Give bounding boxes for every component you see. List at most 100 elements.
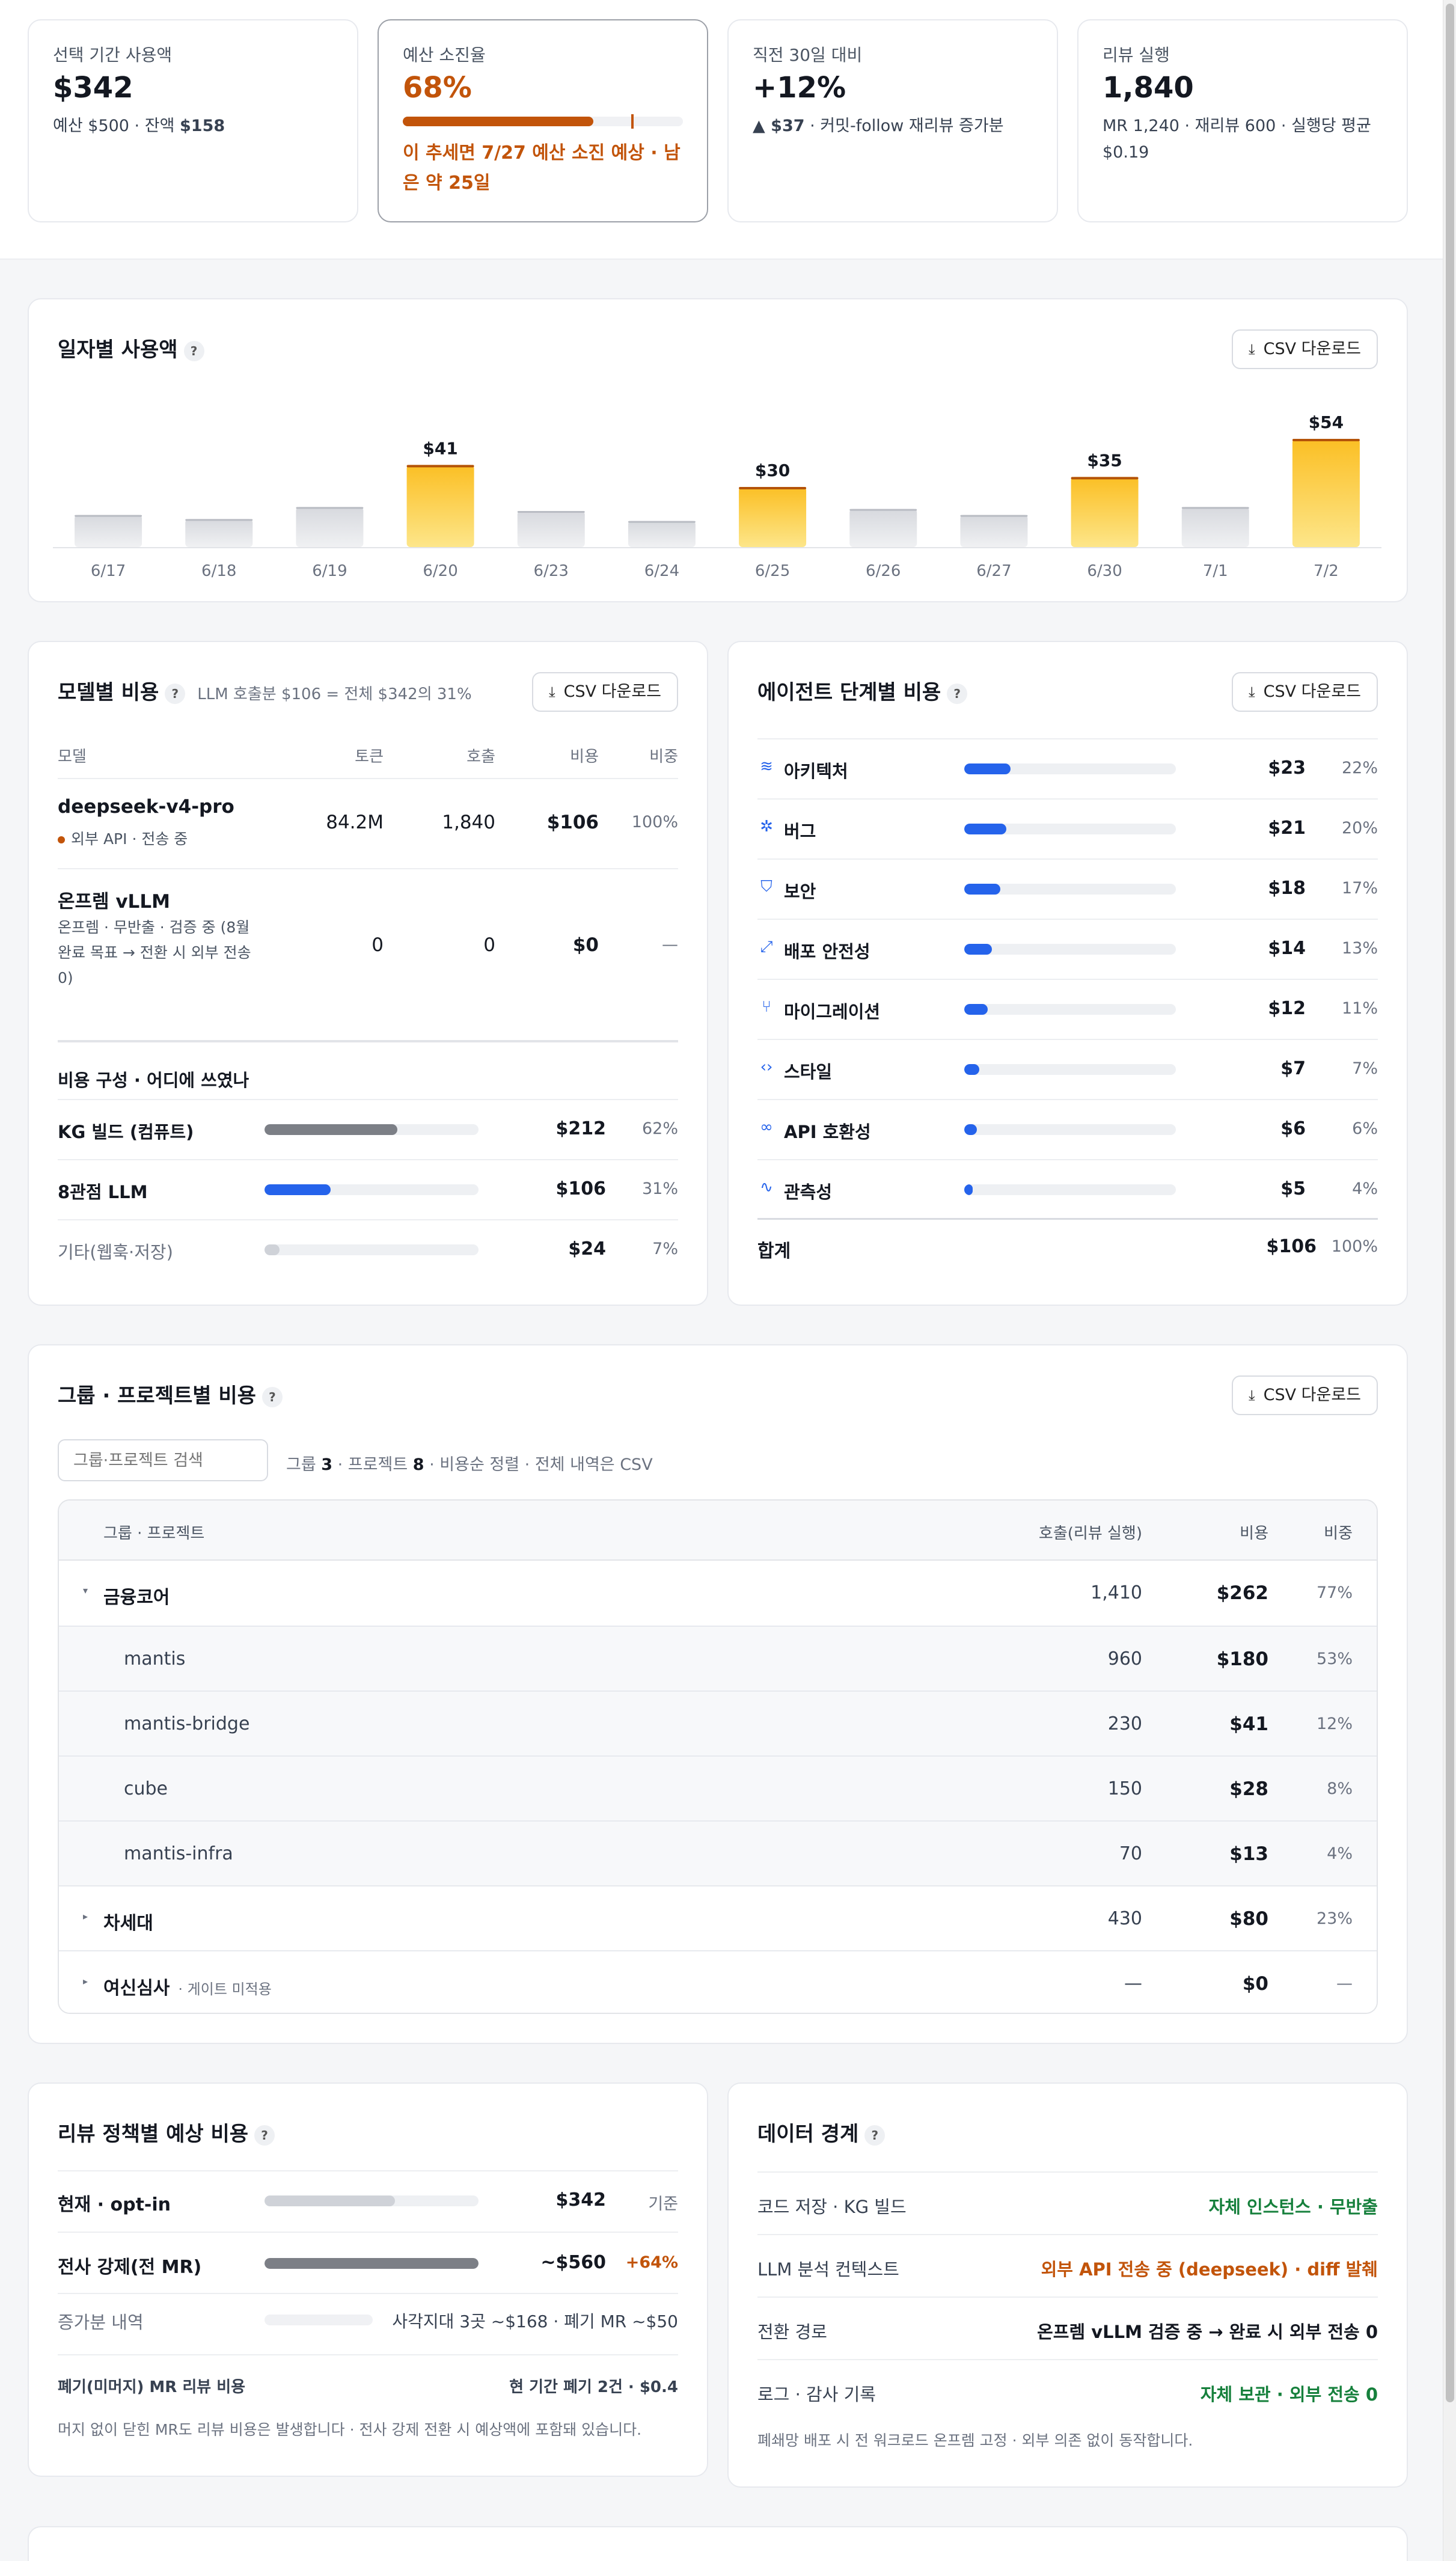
help-icon[interactable]: ?: [262, 1386, 283, 1407]
group-csv-button[interactable]: ⤓ CSV 다운로드: [1231, 1375, 1378, 1415]
daily-bar[interactable]: [960, 515, 1028, 547]
boundary-row: LLM 분석 컨텍스트 외부 API 전송 중 (deepseek) · diff…: [757, 2234, 1378, 2296]
daily-bar[interactable]: [1071, 477, 1139, 547]
help-icon[interactable]: ?: [254, 2125, 275, 2146]
agent-bar-fill: [964, 1064, 979, 1075]
chevron-down-icon[interactable]: ▾: [83, 1585, 88, 1596]
bug-icon: ✲: [760, 818, 773, 836]
daily-bar[interactable]: [849, 509, 917, 547]
daily-bar[interactable]: [1181, 507, 1249, 547]
daily-bar-cap: [1292, 439, 1360, 441]
daily-bar[interactable]: [517, 511, 585, 547]
scrollbar-thumb[interactable]: [1446, 4, 1454, 2402]
policy-bar: [265, 2195, 479, 2206]
agent-bar-fill: [964, 944, 992, 955]
policy-tail: 기준: [648, 2195, 678, 2214]
boundary-title: 데이터 경계?: [757, 2117, 886, 2147]
breakdown-row: 기타(웹훅·저장) $24 7%: [58, 1219, 678, 1279]
agent-row[interactable]: ⑂ 마이그레이션 $12 11%: [757, 979, 1378, 1039]
row-calls: 230: [1107, 1713, 1142, 1734]
download-icon: ⤓: [1248, 341, 1255, 358]
project-row[interactable]: cube 150 $28 8%: [59, 1755, 1377, 1820]
breakdown-share: 7%: [652, 1240, 678, 1258]
agent-bar: [964, 944, 1176, 955]
daily-bar[interactable]: [75, 515, 142, 547]
model-csv-button[interactable]: ⤓ CSV 다운로드: [531, 672, 678, 712]
agent-cost: $23: [1268, 757, 1306, 779]
daily-bar[interactable]: [628, 521, 696, 547]
daily-bar-cap: [739, 487, 807, 489]
agent-bar: [964, 824, 1176, 834]
daily-bar[interactable]: [406, 465, 474, 547]
kpi-value: 68%: [403, 71, 472, 105]
agent-cost: $14: [1268, 938, 1306, 959]
help-icon[interactable]: ?: [864, 2125, 886, 2146]
group-row[interactable]: ▸ 여신심사 · 게이트 미적용 — $0 —: [59, 1950, 1377, 2013]
daily-bar[interactable]: [1292, 439, 1360, 547]
agent-csv-button[interactable]: ⤓ CSV 다운로드: [1231, 672, 1378, 712]
row-cost: $13: [1229, 1843, 1268, 1865]
daily-csv-button[interactable]: ⤓ CSV 다운로드: [1231, 329, 1378, 369]
policy-bar-fill: [265, 2195, 396, 2206]
agent-label: API 호환성: [784, 1122, 871, 1142]
agent-row[interactable]: ‹› 스타일 $7 7%: [757, 1039, 1378, 1099]
daily-x-tick-label: 7/1: [1203, 562, 1228, 580]
daily-bar[interactable]: [296, 507, 364, 547]
chevron-right-icon[interactable]: ▸: [83, 1975, 88, 1987]
boundary-footnote: 폐쇄망 배포 시 전 워크로드 온프렘 고정 · 외부 의존 없이 동작합니다.: [757, 2432, 1193, 2449]
agent-bar: [964, 1184, 1176, 1195]
daily-bar[interactable]: [739, 487, 807, 547]
row-cost: $180: [1216, 1648, 1268, 1670]
scrollbar[interactable]: [1443, 0, 1456, 2561]
policy-row: 현재 · opt-in $342 기준: [58, 2170, 678, 2232]
model-cost-note: LLM 호출분 $106 = 전체 $342의 31%: [197, 685, 472, 703]
col-header-share: 비중: [1324, 1525, 1353, 1543]
discard-label: 폐기(미머지) MR 리뷰 비용: [58, 2378, 246, 2396]
policy-label: 전사 강제(전 MR): [58, 2257, 202, 2278]
project-name: cube: [124, 1778, 168, 1799]
group-row[interactable]: ▾ 금융코어 1,410 $262 77%: [59, 1561, 1377, 1626]
daily-bar[interactable]: [185, 519, 253, 547]
agent-bar: [964, 1124, 1176, 1135]
breakdown-label: 8관점 LLM: [58, 1182, 148, 1202]
project-row[interactable]: mantis-infra 70 $13 4%: [59, 1820, 1377, 1885]
col-header-calls: 호출(리뷰 실행): [1038, 1525, 1142, 1543]
divider: [58, 2354, 678, 2355]
row-share: —: [1336, 1974, 1353, 1993]
policy-tail: +64%: [625, 2253, 678, 2272]
project-row[interactable]: mantis 960 $180 53%: [59, 1626, 1377, 1691]
col-header-calls: 호출: [466, 748, 495, 766]
agent-row[interactable]: ✲ 버그 $21 20%: [757, 798, 1378, 858]
model-desc: 온프렘 · 무반출 · 검증 중 (8월 완료 목표 → 전환 시 외부 전송 …: [58, 919, 251, 987]
agent-row[interactable]: ∿ 관측성 $5 4%: [757, 1159, 1378, 1219]
help-icon[interactable]: ?: [165, 683, 186, 704]
policy-cost: $342: [555, 2189, 607, 2211]
agent-cost-title: 에이전트 단계별 비용?: [757, 676, 968, 705]
agent-row[interactable]: ⤢ 배포 안전성 $14 13%: [757, 919, 1378, 979]
model-cost-card: 모델별 비용? LLM 호출분 $106 = 전체 $342의 31% ⤓ CSV …: [28, 641, 708, 1306]
help-icon[interactable]: ?: [947, 683, 968, 704]
budget-progress: [403, 114, 683, 129]
group-cost-card: 그룹 · 프로젝트별 비용? ⤓CSV 다운로드 그룹 3 · 프로젝트 8 ·…: [28, 1344, 1408, 2044]
agent-row[interactable]: ∞ API 호환성 $6 6%: [757, 1099, 1378, 1159]
model-row[interactable]: 온프렘 vLLM 온프렘 · 무반출 · 검증 중 (8월 완료 목표 → 전환…: [58, 868, 678, 1021]
group-cost-title: 그룹 · 프로젝트별 비용?: [58, 1379, 283, 1409]
agent-row[interactable]: ⛉ 보안 $18 17%: [757, 858, 1378, 919]
daily-bar-cap: [75, 515, 142, 517]
divider: [58, 2293, 678, 2294]
model-share: —: [662, 935, 678, 954]
project-row[interactable]: mantis-bridge 230 $41 12%: [59, 1691, 1377, 1755]
agent-row[interactable]: ≋ 아키텍처 $23 22%: [757, 738, 1378, 798]
boundary-label: 코드 저장 · KG 빌드: [757, 2197, 907, 2217]
group-search-input[interactable]: [58, 1439, 268, 1481]
model-name: deepseek-v4-pro: [58, 796, 234, 818]
model-row[interactable]: deepseek-v4-pro 외부 API · 전송 중 84.2M 1,84…: [58, 778, 678, 868]
col-header-name: 그룹 · 프로젝트: [103, 1525, 205, 1543]
breakdown-bar: [265, 1184, 479, 1195]
boundary-label: 로그 · 감사 기록: [757, 2384, 876, 2405]
breakdown-bar-fill: [265, 1184, 331, 1195]
group-row[interactable]: ▸ 차세대 430 $80 23%: [59, 1885, 1377, 1950]
daily-x-tick-label: 6/30: [1087, 562, 1122, 580]
help-icon[interactable]: ?: [183, 340, 204, 361]
chevron-right-icon[interactable]: ▸: [83, 1911, 88, 1922]
